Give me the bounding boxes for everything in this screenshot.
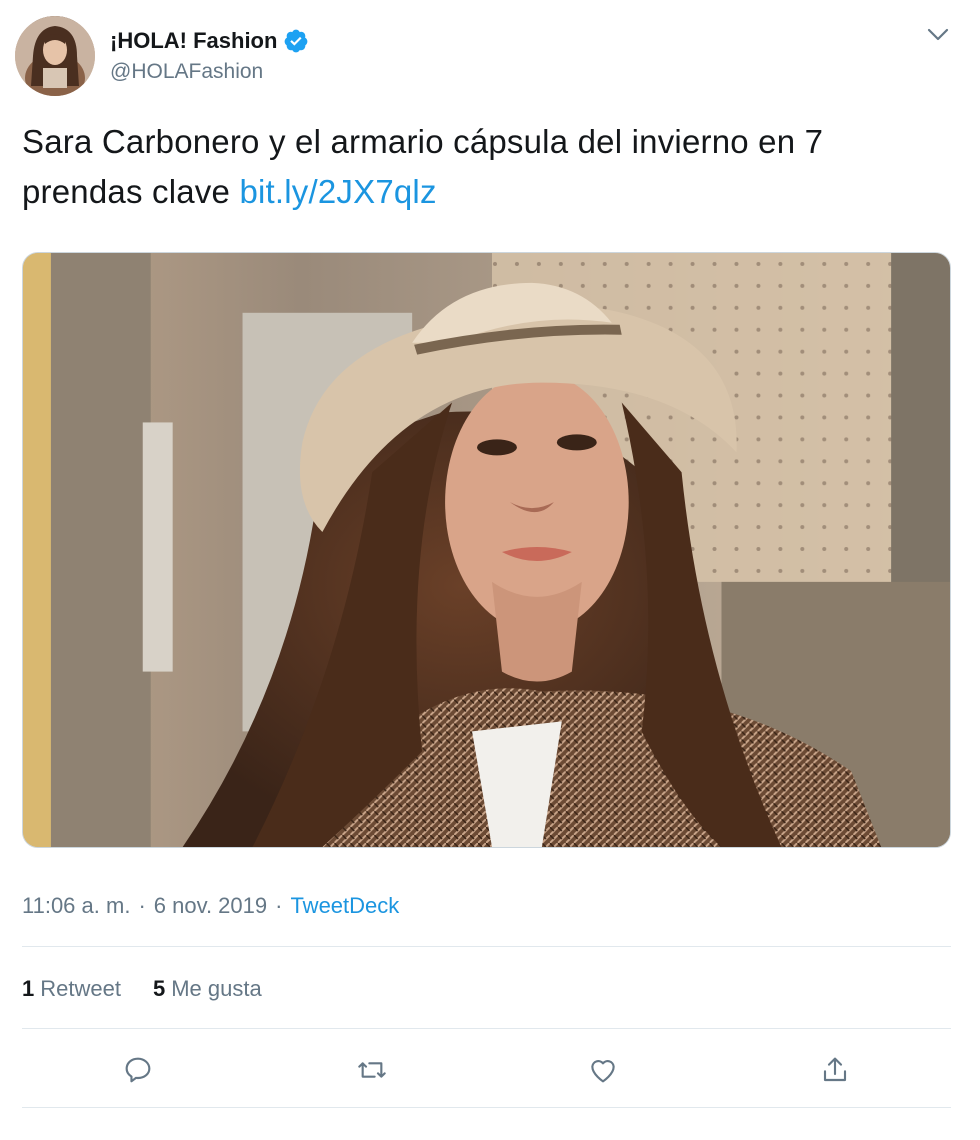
heart-icon — [591, 1060, 615, 1083]
like-button[interactable] — [586, 1053, 620, 1087]
reply-button[interactable] — [121, 1053, 155, 1087]
tweet-text: Sara Carbonero y el armario cápsula del … — [22, 117, 942, 217]
avatar[interactable] — [15, 16, 95, 96]
meta-separator: · — [275, 893, 283, 918]
tweet-link[interactable]: bit.ly/2JX7qlz — [239, 173, 436, 210]
tweet-date[interactable]: 6 nov. 2019 — [154, 893, 267, 919]
likes-stat[interactable]: 5 Me gusta — [153, 976, 262, 1002]
avatar-photo-icon — [15, 16, 95, 96]
tweet-card: ¡HOLA! Fashion @HOLAFashion Sara Carbone… — [0, 0, 980, 1140]
likes-count: 5 — [152, 976, 166, 1001]
likes-label: Me gusta — [171, 976, 262, 1001]
chevron-down-icon[interactable] — [926, 26, 950, 44]
share-button[interactable] — [818, 1053, 852, 1087]
author-handle[interactable]: @HOLAFashion — [110, 60, 263, 84]
author-name-row[interactable]: ¡HOLA! Fashion — [110, 28, 309, 54]
retweet-icon — [358, 1062, 386, 1078]
retweets-stat[interactable]: 1 Retweet — [22, 976, 121, 1002]
reply-icon — [125, 1057, 151, 1083]
meta-separator: · — [138, 893, 146, 918]
share-icon — [823, 1057, 847, 1082]
tweet-source-link[interactable]: TweetDeck — [290, 893, 399, 919]
retweets-label: Retweet — [40, 976, 121, 1001]
author-display-name[interactable]: ¡HOLA! Fashion — [110, 28, 277, 54]
photo-image — [23, 253, 950, 847]
retweets-count: 1 — [22, 976, 35, 1001]
tweet-meta: 11:06 a. m. · 6 nov. 2019 · TweetDeck — [22, 893, 399, 919]
divider — [22, 946, 951, 947]
tweet-stats: 1 Retweet 5 Me gusta — [22, 976, 294, 1002]
verified-badge-icon — [285, 29, 308, 53]
tweet-time[interactable]: 11:06 a. m. — [22, 893, 130, 919]
divider — [22, 1028, 951, 1029]
retweet-button[interactable] — [355, 1053, 389, 1087]
tweet-media-photo[interactable] — [22, 252, 951, 848]
divider — [22, 1107, 951, 1108]
